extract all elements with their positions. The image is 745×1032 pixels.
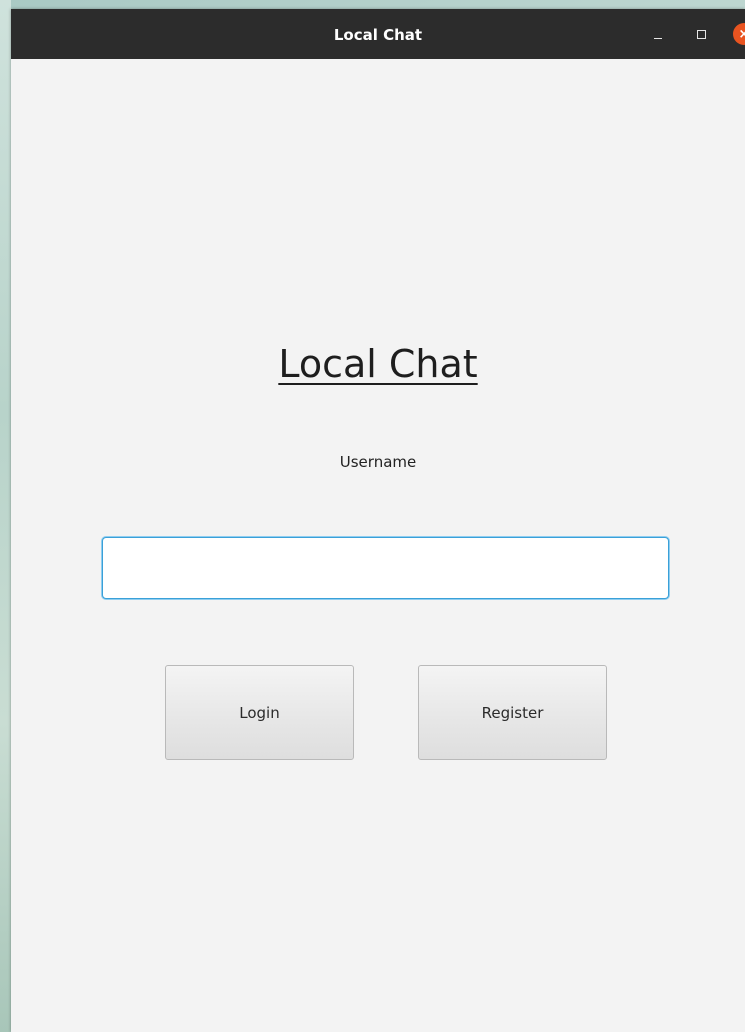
maximize-button[interactable] bbox=[691, 9, 711, 59]
close-button[interactable]: × bbox=[731, 9, 745, 59]
minimize-icon bbox=[654, 38, 662, 39]
app-window: Local Chat × Local Chat Username Login R… bbox=[11, 9, 745, 1032]
minimize-button[interactable] bbox=[648, 9, 668, 59]
username-label: Username bbox=[339, 453, 417, 471]
login-button[interactable]: Login bbox=[165, 665, 354, 760]
register-button[interactable]: Register bbox=[418, 665, 607, 760]
title-bar[interactable]: Local Chat × bbox=[11, 9, 745, 59]
maximize-icon bbox=[696, 29, 706, 39]
username-input[interactable] bbox=[102, 537, 669, 599]
desktop-background bbox=[0, 0, 11, 1032]
close-icon: × bbox=[733, 23, 745, 45]
window-title: Local Chat bbox=[333, 26, 423, 44]
page-title: Local Chat bbox=[278, 342, 478, 386]
